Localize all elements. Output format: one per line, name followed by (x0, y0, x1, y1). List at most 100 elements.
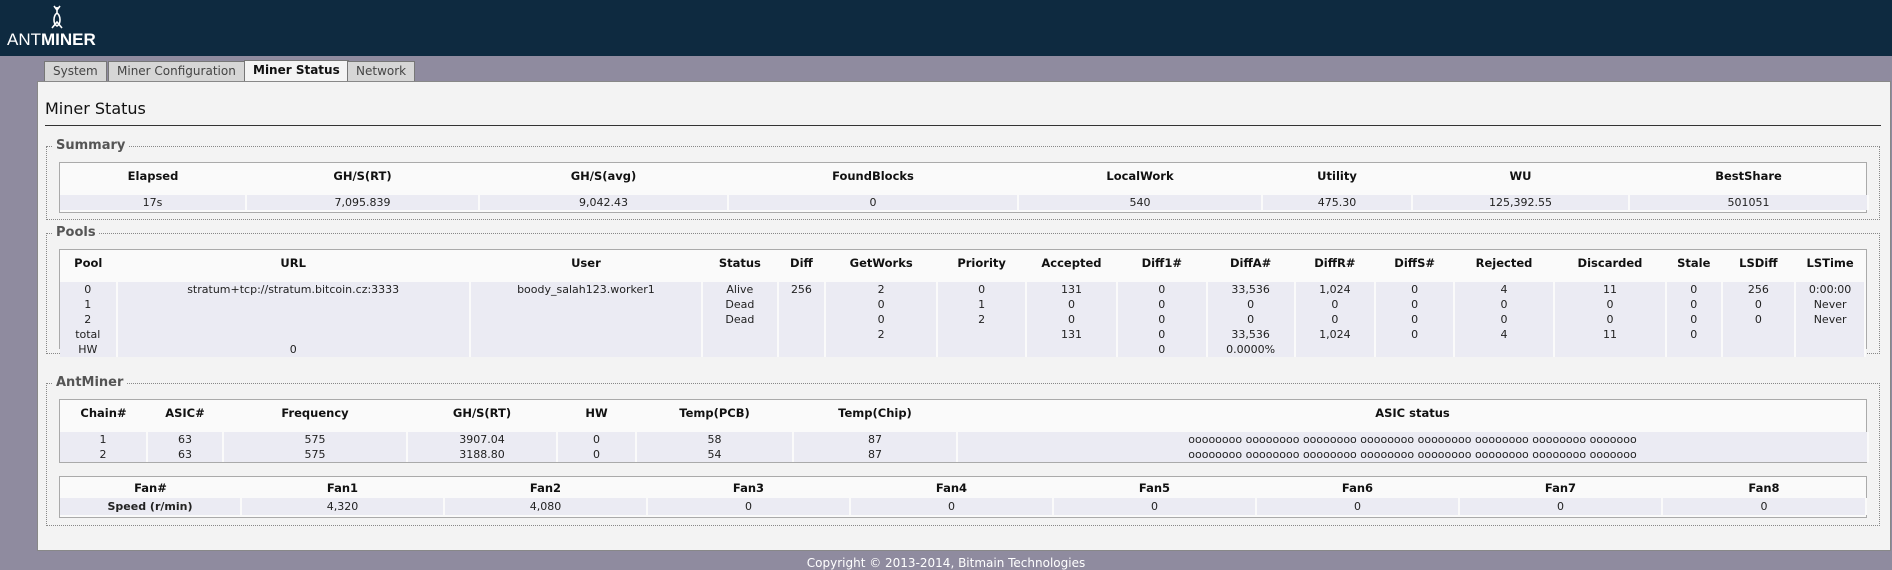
pool-cell: 1,024 (1294, 282, 1377, 297)
chain-row: 1 63 575 3907.04 0 58 87 oooooooo oooooo… (60, 432, 1869, 447)
fan-header: Fan4 (935, 480, 968, 495)
hw-diff1: 0 (1116, 342, 1208, 357)
pool-cell (1721, 327, 1797, 342)
pool-cell: Never (1795, 297, 1866, 312)
frequency: 575 (223, 432, 408, 447)
fan-header: Fan5 (1138, 480, 1171, 495)
pool-cell: 0 (1375, 297, 1456, 312)
summary-ghs-rt: 7,095.839 (246, 195, 480, 210)
pools-header: Status (718, 256, 761, 270)
chain-header: Chain# (80, 406, 127, 420)
tab-system[interactable]: System (44, 61, 107, 82)
pool-cell: 0 (1666, 327, 1723, 342)
pools-header: DiffA# (1229, 256, 1272, 270)
fan-header: Fan# (134, 480, 167, 495)
summary-header: Utility (1317, 169, 1357, 183)
pool-cell: 131 (1026, 327, 1118, 342)
tab-network[interactable]: Network (347, 61, 416, 82)
pools-header: URL (280, 256, 306, 270)
pool-user: boody_salah123.worker1 (469, 282, 704, 297)
chain-header: Temp(PCB) (679, 406, 750, 420)
pools-header: LSDiff (1739, 256, 1778, 270)
pool-cell: 0 (1116, 327, 1208, 342)
pools-header: Stale (1677, 256, 1711, 270)
pools-total-row: total 2 131 0 33,536 1,024 0 4 11 0 (60, 327, 1866, 342)
pool-cell (1294, 342, 1377, 357)
content-panel: Miner Status Summary Elapsed GH/S(RT) GH… (37, 81, 1891, 551)
pool-cell (937, 327, 1028, 342)
chain-header: Temp(Chip) (838, 406, 912, 420)
chain-ghs-rt: 3188.80 (407, 447, 558, 462)
pool-cell (469, 342, 704, 357)
pools-section: Pools Pool URL User Status Diff GetWorks (46, 225, 1880, 357)
fan-header: Fan2 (529, 480, 562, 495)
pool-cell: 0 (1666, 282, 1723, 297)
fan-speed: 0 (1053, 498, 1257, 515)
summary-elapsed: 17s (60, 195, 247, 210)
fan-speed-row: Speed (r/min) 4,320 4,080 0 0 0 0 0 0 (60, 498, 1867, 515)
pool-cell: total (60, 327, 118, 342)
pools-row: 2 Dead 0 2 0 0 0 0 0 0 0 0 0 Never (60, 312, 1866, 327)
antminer-legend: AntMiner (53, 375, 127, 390)
fan-speed: 4,320 (241, 498, 445, 515)
pool-cell: 131 (1026, 282, 1118, 297)
pool-cell: 0 (1375, 282, 1456, 297)
summary-utility: 475.30 (1262, 195, 1413, 210)
pool-cell (1553, 342, 1668, 357)
summary-header: GH/S(RT) (333, 169, 392, 183)
pools-header: Diff1# (1141, 256, 1183, 270)
tab-miner-configuration[interactable]: Miner Configuration (108, 61, 245, 82)
summary-table: Elapsed GH/S(RT) GH/S(avg) FoundBlocks L… (60, 163, 1869, 210)
pool-cell: 0:00:00 (1795, 282, 1866, 297)
fan-speed: 0 (1459, 498, 1663, 515)
pool-cell: 256 (777, 282, 827, 297)
pool-cell: 0 (825, 312, 939, 327)
pool-cell: 4 (1454, 282, 1555, 297)
pool-cell (1375, 342, 1456, 357)
fan-header: Fan3 (732, 480, 765, 495)
chain-header: GH/S(RT) (452, 406, 512, 420)
page-title: Miner Status (45, 99, 146, 118)
antminer-section: AntMiner Chain# ASIC# Frequency GH/S(RT)… (46, 375, 1880, 526)
pool-cell (1666, 342, 1723, 357)
pool-url (116, 327, 471, 342)
pool-cell (1795, 327, 1866, 342)
pools-header: LSTime (1806, 256, 1854, 270)
pool-cell: 0 (1206, 312, 1296, 327)
summary-legend: Summary (53, 138, 129, 153)
top-bar: ANTMINER (0, 0, 1892, 56)
pool-cell: 0 (825, 297, 939, 312)
pool-cell: 0 (1721, 312, 1797, 327)
fan-speed: 0 (1662, 498, 1867, 515)
hw-label: HW (60, 342, 118, 357)
pool-cell: 256 (1721, 282, 1797, 297)
pool-cell: 4 (1454, 327, 1555, 342)
pool-cell (777, 342, 827, 357)
pool-cell: 0 (1375, 327, 1456, 342)
tab-miner-status[interactable]: Miner Status (244, 60, 349, 83)
summary-header: Elapsed (127, 169, 179, 183)
pool-cell: 0 (1116, 297, 1208, 312)
pool-cell: 0 (1666, 312, 1723, 327)
asic-count: 63 (147, 447, 224, 462)
chain-hw: 0 (557, 447, 637, 462)
frequency: 575 (223, 447, 408, 462)
asic-count: 63 (147, 432, 224, 447)
summary-row: 17s 7,095.839 9,042.43 0 540 475.30 125,… (60, 195, 1869, 210)
pools-row: 0 stratum+tcp://stratum.bitcoin.cz:3333 … (60, 282, 1866, 297)
hw-diffa-percent: 0.0000% (1206, 342, 1296, 357)
footer-copyright: Copyright © 2013-2014, Bitmain Technolog… (806, 556, 1086, 570)
pool-cell: 0 (60, 282, 118, 297)
pool-user (469, 312, 704, 327)
chain-hw: 0 (557, 432, 637, 447)
pool-cell: 0 (1116, 312, 1208, 327)
pools-header: Diff (790, 256, 813, 270)
chain-header: ASIC status (1375, 406, 1450, 420)
asic-status: oooooooo oooooooo oooooooo oooooooo oooo… (957, 447, 1869, 462)
pools-table-wrap: Pool URL User Status Diff GetWorks Prior… (59, 249, 1867, 357)
pool-cell (1795, 342, 1866, 357)
chains-table-wrap: Chain# ASIC# Frequency GH/S(RT) HW Temp(… (59, 399, 1869, 463)
fan-speed: 0 (1256, 498, 1460, 515)
pool-status (702, 327, 779, 342)
pool-cell: 2 (825, 282, 939, 297)
